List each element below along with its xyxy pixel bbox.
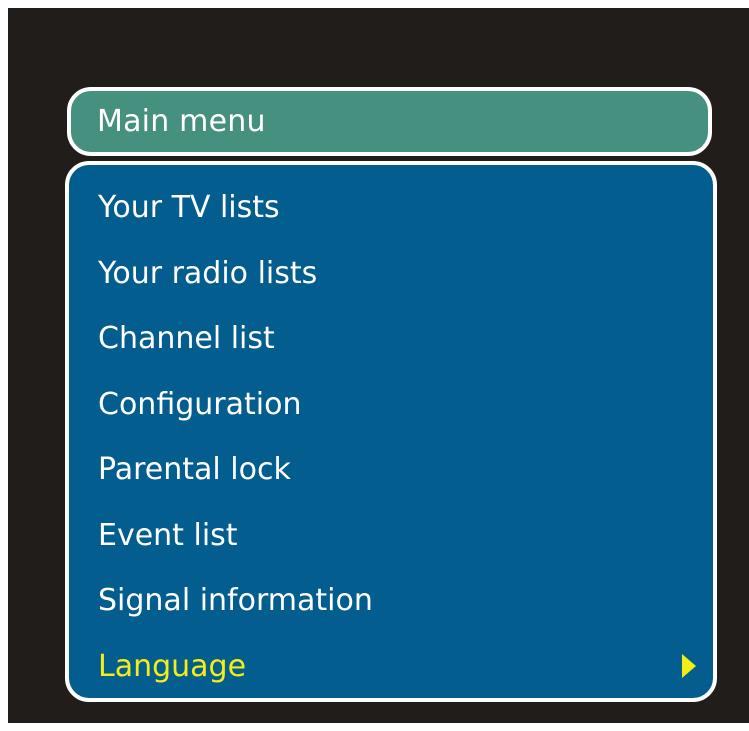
menu-item-your-radio-lists[interactable]: Your radio lists	[69, 241, 713, 307]
menu-item-label: Your TV lists	[98, 190, 280, 226]
menu-item-label: Signal information	[98, 583, 373, 619]
menu-list: Your TV lists Your radio lists Channel l…	[69, 175, 713, 699]
menu-item-language[interactable]: Language	[69, 634, 713, 700]
menu-item-label: Your radio lists	[98, 255, 318, 291]
menu-item-label: Channel list	[98, 321, 275, 357]
menu-item-label: Language	[98, 648, 247, 684]
menu-title-bar: Main menu	[67, 87, 712, 156]
page-title: Main menu	[97, 104, 266, 139]
menu-item-channel-list[interactable]: Channel list	[69, 306, 713, 372]
menu-item-label: Configuration	[98, 386, 302, 422]
menu-item-signal-information[interactable]: Signal information	[69, 568, 713, 634]
menu-item-label: Parental lock	[98, 452, 291, 488]
menu-panel: Your TV lists Your radio lists Channel l…	[65, 161, 717, 702]
menu-item-event-list[interactable]: Event list	[69, 503, 713, 569]
menu-item-your-tv-lists[interactable]: Your TV lists	[69, 175, 713, 241]
right-arrow-icon	[682, 654, 696, 679]
menu-item-parental-lock[interactable]: Parental lock	[69, 437, 713, 503]
menu-item-label: Event list	[98, 517, 238, 553]
tv-screen: Main menu Your TV lists Your radio lists…	[8, 8, 749, 723]
menu-item-configuration[interactable]: Configuration	[69, 372, 713, 438]
